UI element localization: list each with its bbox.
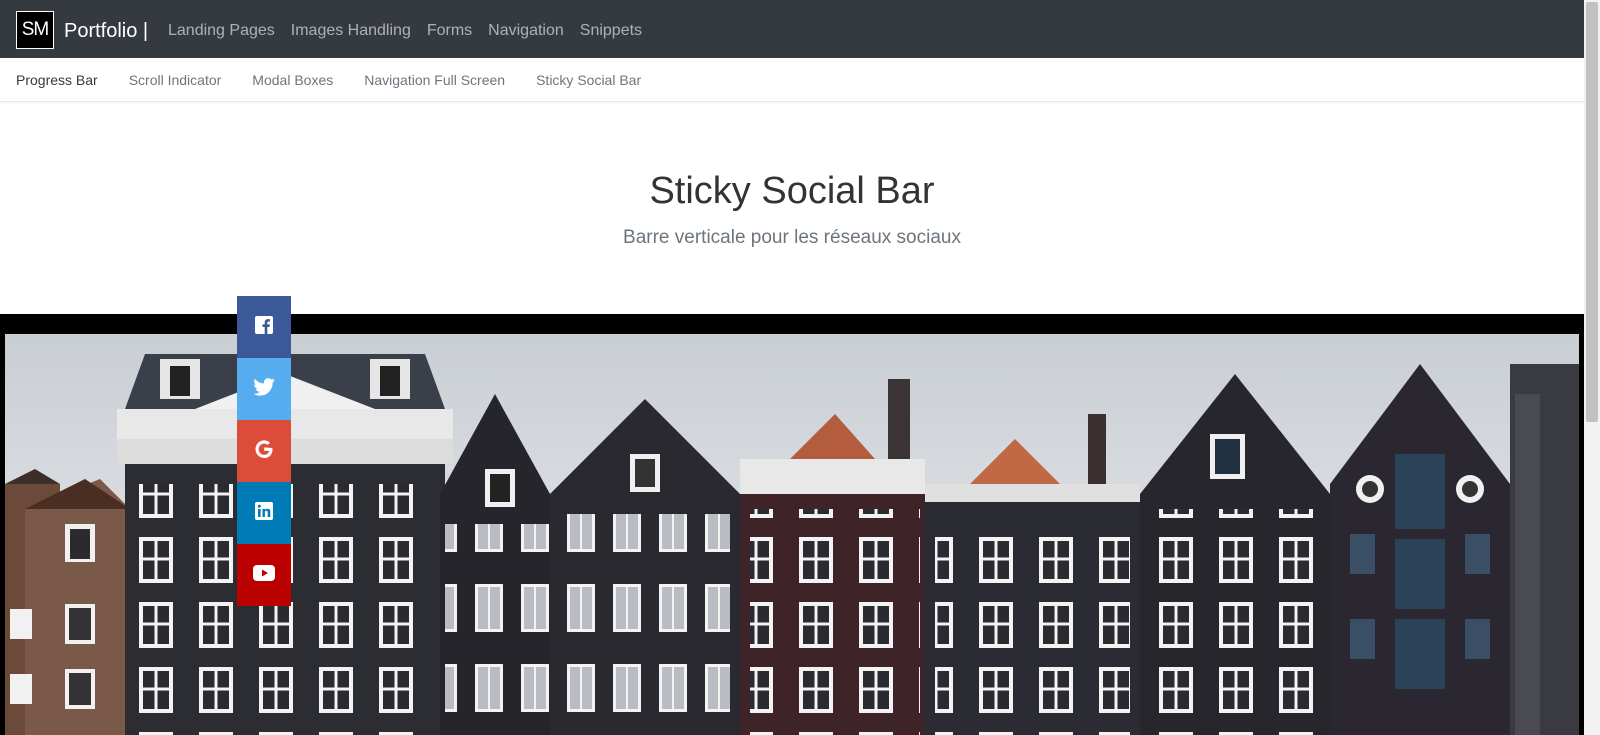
twitter-icon	[253, 377, 275, 401]
google-button[interactable]	[237, 420, 291, 482]
sub-nav-modal-boxes[interactable]: Modal Boxes	[252, 71, 333, 89]
facebook-button[interactable]	[237, 296, 291, 358]
scrollbar-thumb[interactable]	[1586, 2, 1598, 422]
sub-nav-scroll-indicator[interactable]: Scroll Indicator	[129, 71, 222, 89]
twitter-button[interactable]	[237, 358, 291, 420]
brand-logo[interactable]: SM	[16, 11, 54, 49]
top-navbar: SM Portfolio | Landing Pages Images Hand…	[0, 0, 1584, 58]
nav-link-navigation[interactable]: Navigation	[488, 21, 564, 41]
nav-link-forms[interactable]: Forms	[427, 21, 472, 41]
page-scrollbar[interactable]	[1584, 0, 1600, 735]
main-nav: Landing Pages Images Handling Forms Navi…	[168, 21, 642, 41]
sticky-social-bar	[237, 296, 291, 606]
sub-nav-sticky-social-bar[interactable]: Sticky Social Bar	[536, 71, 641, 89]
sub-nav-navigation-full-screen[interactable]: Navigation Full Screen	[364, 71, 505, 89]
sub-nav: Progress Bar Scroll Indicator Modal Boxe…	[16, 71, 641, 89]
page-title: Sticky Social Bar	[649, 170, 935, 212]
youtube-icon	[253, 564, 275, 586]
nav-link-snippets[interactable]: Snippets	[580, 21, 642, 41]
google-icon	[253, 438, 275, 465]
brand-title[interactable]: Portfolio |	[64, 19, 148, 43]
facebook-icon	[255, 315, 273, 339]
linkedin-button[interactable]	[237, 482, 291, 544]
youtube-button[interactable]	[237, 544, 291, 606]
nav-link-images-handling[interactable]: Images Handling	[291, 21, 411, 41]
linkedin-icon	[255, 501, 273, 525]
sub-navbar: Progress Bar Scroll Indicator Modal Boxe…	[0, 58, 1584, 102]
page-subtitle: Barre verticale pour les réseaux sociaux	[623, 227, 961, 248]
sub-nav-progress-bar[interactable]: Progress Bar	[16, 71, 98, 89]
nav-link-landing-pages[interactable]: Landing Pages	[168, 21, 275, 41]
